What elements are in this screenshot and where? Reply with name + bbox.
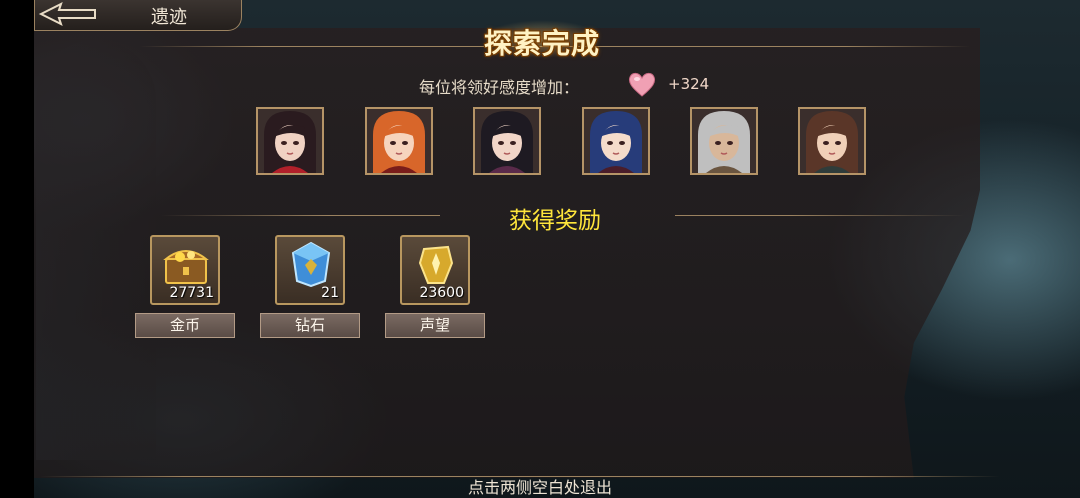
reward-divider-left (160, 215, 440, 216)
reward-divider-right (675, 215, 965, 216)
portrait-face-icon (258, 109, 322, 173)
portrait-face-icon (367, 109, 431, 173)
portrait-6[interactable] (798, 107, 866, 175)
reward-item-diamond[interactable]: 21 (275, 235, 345, 305)
page-title: 遗迹 (151, 7, 187, 28)
badge-icon (418, 245, 454, 284)
portrait-3[interactable] (473, 107, 541, 175)
gold-count: 27731 (169, 285, 214, 301)
prestige-count: 23600 (419, 285, 464, 301)
exit-hint: 点击两侧空白处退出 (467, 478, 612, 497)
portrait-face-icon (692, 109, 756, 173)
portrait-face-icon (475, 109, 539, 173)
portrait-4[interactable] (582, 107, 650, 175)
back-button[interactable]: 遗迹 (34, 0, 242, 31)
reward-title: 获得奖励 (509, 208, 601, 234)
reward-item-prestige[interactable]: 23600 (400, 235, 470, 305)
back-arrow-icon (38, 2, 96, 26)
prestige-label-button[interactable]: 声望 (385, 313, 485, 338)
gold-label-button[interactable]: 金币 (135, 313, 235, 338)
banner-title: 探索完成 (483, 27, 600, 60)
crystal-icon (291, 241, 331, 287)
diamond-label-button[interactable]: 钻石 (260, 313, 360, 338)
diamond-count: 21 (321, 285, 339, 301)
portrait-face-icon (584, 109, 648, 173)
heart-icon (628, 72, 656, 97)
affinity-value: +324 (668, 75, 710, 93)
portrait-5[interactable] (690, 107, 758, 175)
left-edge-bar (0, 0, 34, 498)
exploration-complete-banner: 探索完成 (462, 14, 622, 64)
portrait-1[interactable] (256, 107, 324, 175)
portrait-face-icon (800, 109, 864, 173)
treasure-chest-icon (163, 250, 209, 284)
reward-item-gold[interactable]: 27731 (150, 235, 220, 305)
portrait-2[interactable] (365, 107, 433, 175)
affinity-label: 每位将领好感度增加： (419, 78, 580, 97)
